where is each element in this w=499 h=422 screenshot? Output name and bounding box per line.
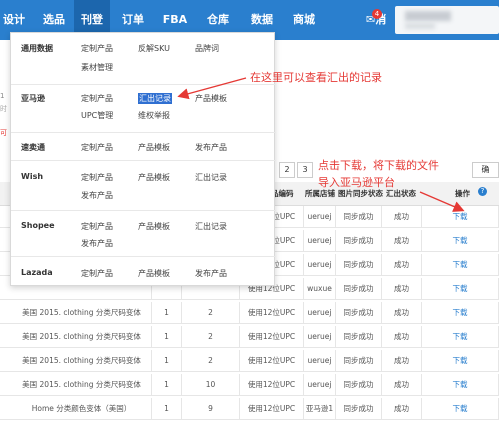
annotation-arrows [177, 77, 465, 212]
arrow-to-download [419, 191, 465, 212]
arrow-to-export-records [177, 77, 247, 100]
